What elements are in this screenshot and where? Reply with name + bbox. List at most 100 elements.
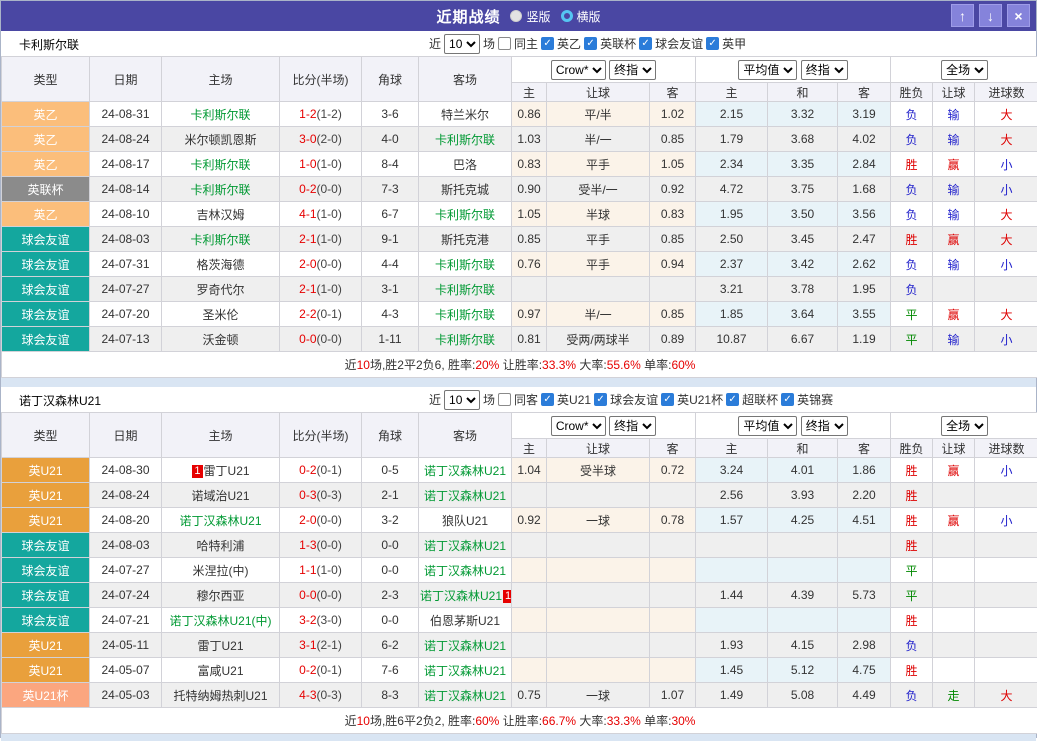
result-outcome: 胜 [891, 533, 933, 558]
result-goals: 小 [975, 327, 1037, 352]
odds-group-header: Crow* 终指 [512, 57, 696, 83]
avg-time-select[interactable]: 终指 [801, 416, 848, 436]
corner-cell: 6-2 [362, 633, 419, 658]
league-checkbox[interactable]: ✓ [726, 393, 739, 406]
match-row: 英U2124-05-11雷丁U213-1(2-1)6-2诺丁汉森林U211.93… [2, 633, 1037, 658]
odds-home [512, 608, 547, 633]
result-handicap: 赢 [933, 152, 975, 177]
away-team: 卡利斯尔联 [419, 277, 512, 302]
filter-bar: 诺丁汉森林U21 近 10 场 同客✓英U21✓球会友谊✓英U21杯✓超联杯✓英… [1, 387, 1036, 412]
avg-home: 1.57 [696, 508, 768, 533]
avg-time-select[interactable]: 终指 [801, 60, 848, 80]
odds-provider-select[interactable]: Crow* [551, 416, 606, 436]
result-outcome: 负 [891, 102, 933, 127]
avg-home: 4.72 [696, 177, 768, 202]
result-scope-select[interactable]: 全场 [941, 416, 988, 436]
subheader-result-0: 胜负 [891, 439, 933, 458]
layout-vertical-radio[interactable]: 竖版 [510, 8, 550, 25]
league-label: 球会友谊 [610, 391, 658, 408]
radio-selected-icon [561, 10, 573, 22]
odds-time-select[interactable]: 终指 [609, 60, 656, 80]
result-goals: 小 [975, 177, 1037, 202]
column-header-away: 客场 [419, 57, 512, 102]
score-cell: 2-0(0-0) [280, 252, 362, 277]
odds-home: 1.04 [512, 458, 547, 483]
handicap [547, 277, 650, 302]
home-team: 圣米伦 [162, 302, 280, 327]
match-date: 24-08-31 [90, 102, 162, 127]
league-checkbox[interactable]: ✓ [584, 37, 597, 50]
subheader-avg-2: 客 [838, 439, 891, 458]
home-team: 罗奇代尔 [162, 277, 280, 302]
result-handicap [933, 658, 975, 683]
subheader-odds-2: 客 [650, 83, 696, 102]
match-type: 球会友谊 [2, 302, 90, 327]
league-label: 超联杯 [742, 391, 778, 408]
avg-draw: 3.32 [768, 102, 838, 127]
away-team: 诺丁汉森林U21 [419, 658, 512, 683]
league-label: 英U21杯 [677, 391, 723, 408]
match-type: 球会友谊 [2, 252, 90, 277]
corner-cell: 4-3 [362, 302, 419, 327]
avg-home: 1.95 [696, 202, 768, 227]
avg-home: 2.50 [696, 227, 768, 252]
result-outcome: 胜 [891, 152, 933, 177]
away-team: 卡利斯尔联 [419, 202, 512, 227]
league-checkbox[interactable]: ✓ [706, 37, 719, 50]
move-up-button[interactable]: ↑ [951, 4, 974, 27]
odds-home: 0.75 [512, 683, 547, 708]
avg-draw: 3.64 [768, 302, 838, 327]
column-header-date: 日期 [90, 413, 162, 458]
result-scope-select[interactable]: 全场 [941, 60, 988, 80]
league-checkbox[interactable]: ✓ [541, 393, 554, 406]
titlebar-buttons: ↑ ↓ × [951, 4, 1030, 27]
avg-draw: 3.68 [768, 127, 838, 152]
team-name: 卡利斯尔联 [19, 36, 79, 53]
avg-home: 1.79 [696, 127, 768, 152]
same-venue-checkbox[interactable] [498, 393, 511, 406]
match-row: 英联杯24-08-14卡利斯尔联0-2(0-0)7-3斯托克城0.90受半/一0… [2, 177, 1037, 202]
odds-away: 0.85 [650, 302, 696, 327]
league-checkbox[interactable]: ✓ [781, 393, 794, 406]
result-goals: 大 [975, 227, 1037, 252]
avg-home: 1.49 [696, 683, 768, 708]
result-goals: 大 [975, 202, 1037, 227]
odds-home [512, 583, 547, 608]
move-down-button[interactable]: ↓ [979, 4, 1002, 27]
league-checkbox[interactable]: ✓ [594, 393, 607, 406]
away-team: 斯托克城 [419, 177, 512, 202]
corner-cell: 0-0 [362, 608, 419, 633]
section-separator [1, 378, 1036, 387]
match-type: 英联杯 [2, 177, 90, 202]
avg-value-select[interactable]: 平均值 [738, 60, 797, 80]
same-venue-checkbox[interactable] [498, 37, 511, 50]
score-cell: 0-0(0-0) [280, 327, 362, 352]
handicap [547, 483, 650, 508]
close-button[interactable]: × [1007, 4, 1030, 27]
avg-value-select[interactable]: 平均值 [738, 416, 797, 436]
avg-draw: 3.75 [768, 177, 838, 202]
avg-home: 10.87 [696, 327, 768, 352]
odds-time-select[interactable]: 终指 [609, 416, 656, 436]
away-team: 诺丁汉森林U21 [419, 458, 512, 483]
home-team: 吉林汉姆 [162, 202, 280, 227]
match-count-select[interactable]: 10 [444, 390, 480, 410]
result-goals: 小 [975, 458, 1037, 483]
match-date: 24-07-20 [90, 302, 162, 327]
result-outcome: 胜 [891, 658, 933, 683]
home-team: 诺丁汉森林U21(中) [162, 608, 280, 633]
avg-away: 4.02 [838, 127, 891, 152]
odds-provider-select[interactable]: Crow* [551, 60, 606, 80]
layout-horizontal-radio[interactable]: 横版 [561, 8, 601, 25]
result-handicap [933, 533, 975, 558]
avg-draw: 3.50 [768, 202, 838, 227]
subheader-result-2: 进球数 [975, 83, 1037, 102]
result-handicap: 赢 [933, 302, 975, 327]
league-checkbox[interactable]: ✓ [661, 393, 674, 406]
match-count-select[interactable]: 10 [444, 34, 480, 54]
league-checkbox[interactable]: ✓ [639, 37, 652, 50]
league-checkbox[interactable]: ✓ [541, 37, 554, 50]
avg-home: 2.15 [696, 102, 768, 127]
score-cell: 4-1(1-0) [280, 202, 362, 227]
handicap: 半/一 [547, 127, 650, 152]
